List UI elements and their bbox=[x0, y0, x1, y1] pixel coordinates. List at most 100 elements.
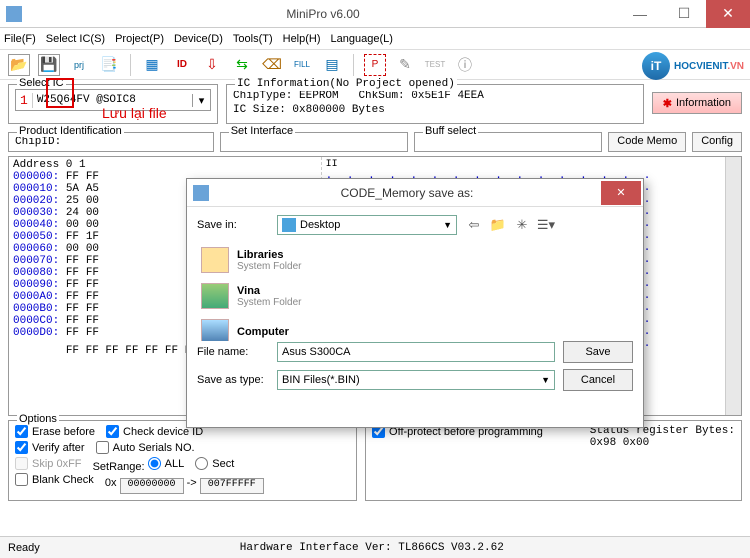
status-hardware: Hardware Interface Ver: TL866CS V03.2.62 bbox=[240, 542, 504, 554]
libraries-icon bbox=[201, 247, 229, 273]
chipid-label: ChipID: bbox=[15, 136, 61, 148]
computer-icon bbox=[201, 319, 229, 341]
filename-input[interactable] bbox=[277, 342, 555, 362]
folder-list[interactable]: LibrariesSystem Folder VinaSystem Folder… bbox=[197, 241, 633, 341]
window-titlebar: MiniPro v6.00 — ☐ ✕ bbox=[0, 0, 750, 28]
brand-logo: iT HOCVIENIT.VN bbox=[642, 52, 744, 80]
options-box: Options Erase before Check device ID Ver… bbox=[8, 420, 357, 501]
ic-config-box: IC Config Informaton Off-protect before … bbox=[365, 420, 742, 501]
erase-before-checkbox[interactable]: Erase before bbox=[15, 425, 95, 438]
save-button[interactable]: Save bbox=[563, 341, 633, 363]
chip-type: ChipType: EEPROM bbox=[233, 90, 339, 102]
range-to[interactable]: 007FFFFF bbox=[200, 478, 264, 494]
range-all-radio[interactable]: ALL bbox=[148, 457, 185, 470]
set-interface-box: Set Interface bbox=[220, 132, 408, 152]
savein-label: Save in: bbox=[197, 219, 277, 231]
ic-info-legend: IC Information(No Project opened) bbox=[235, 77, 457, 91]
ascii-header: II bbox=[326, 159, 721, 170]
product-id-legend: Product Identification bbox=[17, 125, 124, 137]
fill-icon[interactable]: FILL bbox=[291, 54, 313, 76]
close-button[interactable]: ✕ bbox=[706, 0, 750, 28]
arrow-label: -> bbox=[187, 477, 197, 489]
savein-value: Desktop bbox=[300, 219, 340, 231]
dialog-icon bbox=[193, 185, 209, 201]
ic-info-box: IC Information(No Project opened) ChipTy… bbox=[226, 84, 644, 124]
save-as-dialog: CODE_Memory save as: ✕ Save in: Desktop … bbox=[186, 178, 644, 428]
logo-text: HOCVIENIT bbox=[674, 61, 727, 72]
read-icon[interactable]: ⇩ bbox=[201, 54, 223, 76]
chip-icon[interactable]: ▦ bbox=[141, 54, 163, 76]
app-icon bbox=[6, 6, 22, 22]
menu-file[interactable]: File(F) bbox=[4, 33, 36, 45]
grid-icon[interactable]: ▤ bbox=[321, 54, 343, 76]
menu-bar: File(F) Select IC(S) Project(P) Device(D… bbox=[0, 28, 750, 50]
hex-header: Address 0 1 bbox=[13, 159, 317, 171]
p-icon[interactable]: P bbox=[364, 54, 386, 76]
tab-code-memo[interactable]: Code Memo bbox=[608, 132, 686, 152]
setrange-label: SetRange: bbox=[93, 461, 145, 473]
buff-select-legend: Buff select bbox=[423, 125, 478, 137]
dialog-title: CODE_Memory save as: bbox=[215, 186, 599, 200]
ox-label: 0x bbox=[105, 477, 117, 489]
filename-label: File name: bbox=[197, 346, 277, 358]
info-icon[interactable]: ⓘ bbox=[454, 54, 476, 76]
minimize-button[interactable]: — bbox=[618, 0, 662, 28]
select-ic-legend: Select IC bbox=[17, 77, 66, 89]
select-ic-input[interactable] bbox=[33, 94, 192, 106]
menu-device[interactable]: Device(D) bbox=[174, 33, 223, 45]
list-item-computer[interactable]: Computer bbox=[197, 317, 633, 341]
checksum: ChkSum: 0x5E1F 4EEA bbox=[358, 90, 483, 102]
up-folder-icon[interactable]: 📁 bbox=[489, 216, 507, 234]
options-legend: Options bbox=[17, 413, 59, 425]
verify-after-checkbox[interactable]: Verify after bbox=[15, 441, 85, 454]
range-sect-radio[interactable]: Sect bbox=[195, 457, 234, 470]
list-item-vina[interactable]: VinaSystem Folder bbox=[197, 281, 633, 317]
toolbar-separator-2 bbox=[353, 54, 354, 76]
status-bar: Ready Hardware Interface Ver: TL866CS V0… bbox=[0, 536, 750, 558]
menu-project[interactable]: Project(P) bbox=[115, 33, 164, 45]
list-item-libraries[interactable]: LibrariesSystem Folder bbox=[197, 245, 633, 281]
menu-tools[interactable]: Tools(T) bbox=[233, 33, 273, 45]
erase-icon[interactable]: ⌫ bbox=[261, 54, 283, 76]
savein-dropdown[interactable]: Desktop ▼ bbox=[277, 215, 457, 235]
information-button[interactable]: ✱Information bbox=[652, 92, 742, 114]
chevron-down-icon: ▼ bbox=[443, 220, 452, 230]
tab-config[interactable]: Config bbox=[692, 132, 742, 152]
saveastype-dropdown[interactable]: BIN Files(*.BIN)▼ bbox=[277, 370, 555, 390]
dialog-close-button[interactable]: ✕ bbox=[601, 181, 641, 205]
back-icon[interactable]: ⇦ bbox=[465, 216, 483, 234]
toolbar: 📂 💾 prj 📑 ▦ ID ⇩ ⇆ ⌫ FILL ▤ P ✎ TEST ⓘ i… bbox=[0, 50, 750, 80]
verify-icon[interactable]: ⇆ bbox=[231, 54, 253, 76]
status-reg-value: 0x98 0x00 bbox=[590, 437, 735, 449]
logo-vn: .VN bbox=[727, 61, 744, 72]
set-interface-legend: Set Interface bbox=[229, 125, 295, 137]
save-project-icon[interactable]: 📑 bbox=[98, 54, 120, 76]
range-from[interactable]: 00000000 bbox=[120, 478, 184, 494]
menu-select-ic[interactable]: Select IC(S) bbox=[46, 33, 105, 45]
view-menu-icon[interactable]: ☰▾ bbox=[537, 216, 555, 234]
test-icon[interactable]: TEST bbox=[424, 54, 446, 76]
project-icon[interactable]: prj bbox=[68, 54, 90, 76]
desktop-icon bbox=[282, 218, 296, 232]
saveastype-label: Save as type: bbox=[197, 374, 277, 386]
status-ready: Ready bbox=[8, 542, 40, 554]
logo-badge-icon: iT bbox=[642, 52, 670, 80]
vertical-scrollbar[interactable] bbox=[725, 157, 741, 415]
product-id-box: Product Identification ChipID: bbox=[8, 132, 214, 152]
auto-serials-checkbox[interactable]: Auto Serials NO. bbox=[96, 441, 195, 454]
select-ic-dropdown[interactable]: ▾ bbox=[192, 94, 210, 107]
window-title: MiniPro v6.00 bbox=[28, 7, 618, 21]
new-folder-icon[interactable]: ✳ bbox=[513, 216, 531, 234]
edit-icon[interactable]: ✎ bbox=[394, 54, 416, 76]
menu-help[interactable]: Help(H) bbox=[283, 33, 321, 45]
id-icon[interactable]: ID bbox=[171, 54, 193, 76]
buff-select-box: Buff select bbox=[414, 132, 602, 152]
user-icon bbox=[201, 283, 229, 309]
blank-check-checkbox[interactable]: Blank Check bbox=[15, 473, 94, 486]
cancel-button[interactable]: Cancel bbox=[563, 369, 633, 391]
menu-language[interactable]: Language(L) bbox=[331, 33, 393, 45]
maximize-button[interactable]: ☐ bbox=[662, 0, 706, 28]
open-icon[interactable]: 📂 bbox=[8, 54, 30, 76]
save-icon[interactable]: 💾 bbox=[38, 54, 60, 76]
toolbar-separator-1 bbox=[130, 54, 131, 76]
